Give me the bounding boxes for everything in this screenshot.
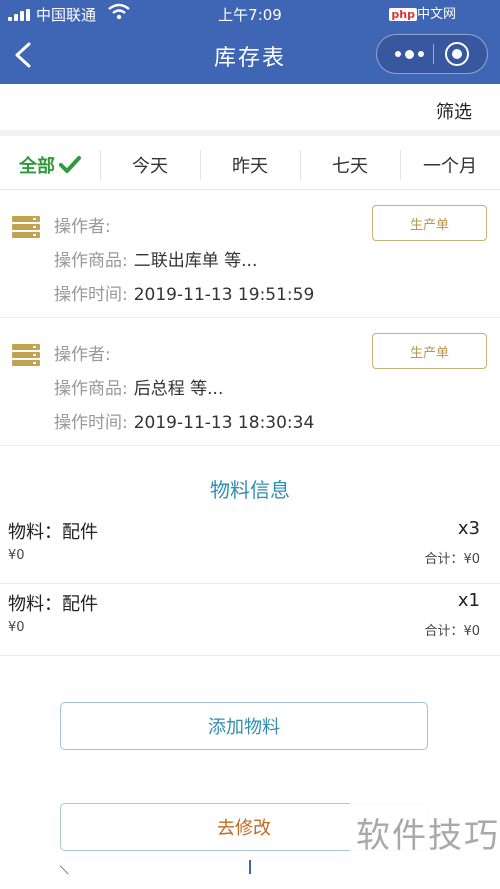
filter-row: 筛选 xyxy=(0,84,500,136)
material-name: 物料：配件 xyxy=(8,522,98,543)
material-name: 物料：配件 xyxy=(8,594,98,615)
site-badge-text: 中文网 xyxy=(416,7,456,22)
material-qty: x1 xyxy=(457,590,480,611)
server-stack-icon xyxy=(12,216,40,238)
material-qty: x3 xyxy=(457,518,480,539)
watermark-text: 软件技巧 xyxy=(356,816,500,856)
top-bar: 中国联通 上午7:09 php 中文网 库存表 xyxy=(0,0,500,84)
time-label: 操作时间: xyxy=(54,413,128,433)
tab-yesterday[interactable]: 昨天 xyxy=(200,140,300,190)
operator-label: 操作者: xyxy=(54,345,111,365)
material-price: ¥0 xyxy=(8,548,25,563)
material-item[interactable]: 物料：配件 x1 ¥0 合计：¥0 xyxy=(0,584,500,656)
material-total: 合计：¥0 xyxy=(424,552,480,567)
tab-all[interactable]: 全部 xyxy=(0,140,100,190)
goods-value: 后总程 等... xyxy=(133,379,224,399)
time-value: 2019-11-13 18:30:34 xyxy=(133,413,315,433)
record-item[interactable]: 操作者: 操作商品: 后总程 等... 操作时间: 2019-11-13 18:30… xyxy=(0,320,500,446)
more-button[interactable] xyxy=(389,35,429,73)
tab-label: 今天 xyxy=(132,156,168,177)
target-close-icon[interactable] xyxy=(445,42,469,66)
server-stack-icon xyxy=(12,344,40,366)
material-total: 合计：¥0 xyxy=(424,624,480,639)
check-icon xyxy=(59,156,81,173)
goods-line: 操作商品: 后总程 等... xyxy=(54,374,223,399)
mini-program-capsule xyxy=(376,34,488,74)
add-material-button[interactable]: 添加物料 xyxy=(60,702,428,750)
filter-button[interactable]: 筛选 xyxy=(436,98,472,124)
time-line: 操作时间: 2019-11-13 18:30:34 xyxy=(54,408,314,433)
material-item[interactable]: 物料：配件 x3 ¥0 合计：¥0 xyxy=(0,512,500,584)
operator-label: 操作者: xyxy=(54,217,111,237)
tab-one-month[interactable]: 一个月 xyxy=(400,140,500,190)
goods-label: 操作商品: xyxy=(54,251,128,271)
record-item[interactable]: 操作者: 操作商品: 二联出库单 等... 操作时间: 2019-11-13 19:… xyxy=(0,192,500,318)
goods-line: 操作商品: 二联出库单 等... xyxy=(54,246,257,271)
material-price: ¥0 xyxy=(8,620,25,635)
production-order-tag[interactable]: 生产单 xyxy=(372,333,487,369)
time-label: 操作时间: xyxy=(54,285,128,305)
operator-line: 操作者: xyxy=(54,340,117,365)
tab-label: 七天 xyxy=(332,156,368,177)
site-badge-logo: php xyxy=(389,8,417,21)
time-value: 2019-11-13 19:51:59 xyxy=(133,285,315,305)
cursor-bar xyxy=(249,860,251,874)
goods-value: 二联出库单 等... xyxy=(133,251,258,271)
chevron-fragment-icon xyxy=(59,857,77,875)
tab-label: 全部 xyxy=(19,156,55,177)
tab-label: 昨天 xyxy=(232,156,268,177)
goods-label: 操作商品: xyxy=(54,379,128,399)
status-bar: 中国联通 上午7:09 php 中文网 xyxy=(0,0,500,28)
operator-line: 操作者: xyxy=(54,212,117,237)
tab-seven-days[interactable]: 七天 xyxy=(300,140,400,190)
materials-title: 物料信息 xyxy=(210,478,290,502)
time-line: 操作时间: 2019-11-13 19:51:59 xyxy=(54,280,314,305)
date-tabs: 全部 今天 昨天 七天 一个月 xyxy=(0,140,500,190)
site-badge: php 中文网 xyxy=(389,3,456,22)
tab-label: 一个月 xyxy=(423,156,477,177)
tab-today[interactable]: 今天 xyxy=(100,140,200,190)
more-dots-icon xyxy=(394,51,401,57)
production-order-tag[interactable]: 生产单 xyxy=(372,205,487,241)
